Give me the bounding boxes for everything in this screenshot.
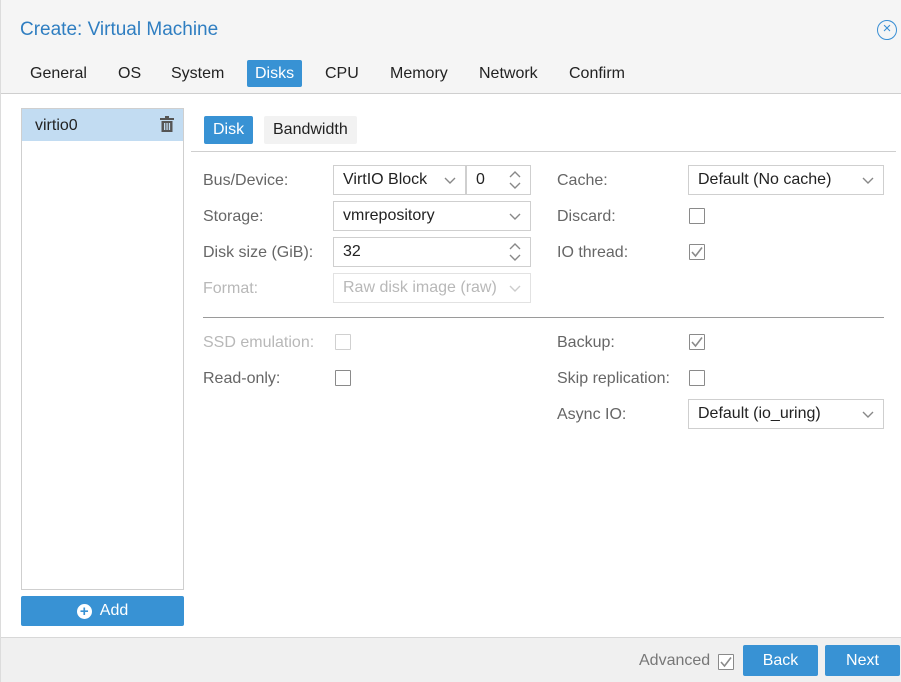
tab-os[interactable]: OS xyxy=(110,60,149,87)
dialog-title: Create: Virtual Machine xyxy=(20,19,219,40)
disk-item-label: virtio0 xyxy=(35,117,78,134)
bus-value: VirtIO Block xyxy=(343,171,428,188)
spinner-arrows-icon[interactable] xyxy=(509,169,521,191)
add-disk-button[interactable]: + Add xyxy=(21,596,184,626)
disk-size-value: 32 xyxy=(343,243,361,260)
io-thread-label: IO thread: xyxy=(557,244,629,261)
dialog-footer: Advanced Back Next xyxy=(1,637,901,682)
cache-label: Cache: xyxy=(557,172,608,189)
checkmark-icon xyxy=(720,657,732,668)
device-value: 0 xyxy=(476,171,485,188)
trash-icon[interactable] xyxy=(160,116,174,132)
format-value: Raw disk image (raw) xyxy=(343,279,497,296)
checkmark-icon xyxy=(691,247,703,258)
backup-checkbox[interactable] xyxy=(689,334,705,350)
advanced-checkbox[interactable] xyxy=(718,654,734,670)
tab-system[interactable]: System xyxy=(163,60,232,87)
wizard-tabs: General OS System Disks CPU Memory Netwo… xyxy=(1,56,901,94)
advanced-divider xyxy=(203,317,884,318)
format-select: Raw disk image (raw) xyxy=(333,273,531,303)
read-only-label: Read-only: xyxy=(203,370,281,387)
next-button[interactable]: Next xyxy=(825,645,900,676)
cache-select[interactable]: Default (No cache) xyxy=(688,165,884,195)
backup-label: Backup: xyxy=(557,334,615,351)
disk-size-label: Disk size (GiB): xyxy=(203,244,314,261)
discard-checkbox[interactable] xyxy=(689,208,705,224)
io-thread-checkbox[interactable] xyxy=(689,244,705,260)
bus-select[interactable]: VirtIO Block xyxy=(333,165,466,195)
add-button-label: Add xyxy=(99,602,129,619)
subtab-disk[interactable]: Disk xyxy=(204,116,254,144)
tab-cpu[interactable]: CPU xyxy=(317,60,367,87)
tab-general[interactable]: General xyxy=(22,60,95,87)
back-button[interactable]: Back xyxy=(743,645,818,676)
storage-value: vmrepository xyxy=(343,207,435,224)
async-io-label: Async IO: xyxy=(557,406,627,423)
plus-circle-icon: + xyxy=(76,604,92,619)
tab-disks[interactable]: Disks xyxy=(247,60,303,87)
chevron-down-icon xyxy=(862,177,874,184)
storage-select[interactable]: vmrepository xyxy=(333,201,531,231)
close-icon[interactable]: × xyxy=(877,20,897,40)
disk-size-stepper[interactable]: 32 xyxy=(333,237,531,267)
read-only-checkbox[interactable] xyxy=(335,370,351,386)
spinner-arrows-icon[interactable] xyxy=(509,241,521,263)
async-io-value: Default (io_uring) xyxy=(698,405,821,422)
device-stepper[interactable]: 0 xyxy=(466,165,531,195)
dialog-titlebar: Create: Virtual Machine × xyxy=(1,0,901,56)
ssd-emulation-label: SSD emulation: xyxy=(203,334,315,351)
list-item[interactable]: virtio0 xyxy=(22,109,183,141)
storage-label: Storage: xyxy=(203,208,264,225)
tab-confirm[interactable]: Confirm xyxy=(561,60,633,87)
tab-network[interactable]: Network xyxy=(471,60,546,87)
skip-replication-label: Skip replication: xyxy=(557,370,670,387)
ssd-emulation-checkbox xyxy=(335,334,351,350)
skip-replication-checkbox[interactable] xyxy=(689,370,705,386)
chevron-down-icon xyxy=(444,177,456,184)
discard-label: Discard: xyxy=(557,208,616,225)
async-io-select[interactable]: Default (io_uring) xyxy=(688,399,884,429)
checkmark-icon xyxy=(691,337,703,348)
advanced-label: Advanced xyxy=(639,652,711,669)
subtab-bandwidth[interactable]: Bandwidth xyxy=(264,116,357,144)
tab-memory[interactable]: Memory xyxy=(382,60,456,87)
format-label: Format: xyxy=(203,280,259,297)
create-vm-dialog: Create: Virtual Machine × General OS Sys… xyxy=(0,0,901,682)
disk-list: virtio0 xyxy=(21,108,184,590)
chevron-down-icon xyxy=(509,285,521,292)
chevron-down-icon xyxy=(862,411,874,418)
cache-value: Default (No cache) xyxy=(698,171,832,188)
subtab-divider xyxy=(191,151,896,152)
bus-device-label: Bus/Device: xyxy=(203,172,289,189)
chevron-down-icon xyxy=(509,213,521,220)
